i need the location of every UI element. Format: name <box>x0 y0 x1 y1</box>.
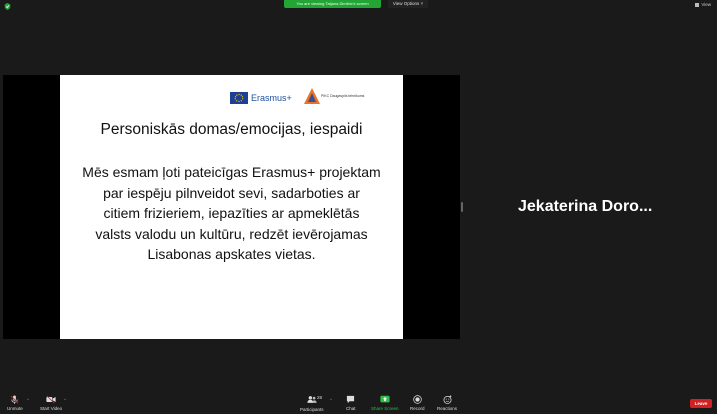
record-button[interactable]: Record <box>410 395 425 411</box>
participants-button[interactable]: 28 Participants <box>300 395 324 412</box>
reactions-button[interactable]: Reactions <box>437 395 457 411</box>
chevron-down-icon: ˅ <box>420 1 424 6</box>
share-screen-icon <box>380 395 390 403</box>
chat-label: Chat <box>346 406 356 411</box>
caret-up-icon[interactable]: ^ <box>64 397 66 402</box>
slide-title: Personiskās domas/emocijas, iespaidi <box>100 121 363 138</box>
leave-button[interactable]: Leave <box>690 399 712 408</box>
participant-name: Jekaterina Doro... <box>518 198 653 215</box>
slide-body-line: Lisabonas apskates vietas. <box>147 246 316 262</box>
caret-up-icon[interactable]: ^ <box>27 397 29 402</box>
record-icon <box>413 395 422 404</box>
participants-icon <box>307 396 317 403</box>
panel-resize-handle[interactable] <box>461 202 463 212</box>
video-off-icon <box>46 395 56 404</box>
slide-body-line: valsts valodu un kultūru, redzēt ievēroj… <box>95 225 368 242</box>
viewing-screen-banner: You are viewing Tatjana Dimitric's scree… <box>284 0 381 8</box>
meeting-toolbar: Unmute ^ Start Video ^ 28 Participants ^… <box>0 392 717 414</box>
participants-count: 28 <box>317 395 323 400</box>
view-options-label: View Options <box>392 1 420 6</box>
participants-label: Participants <box>300 407 324 412</box>
record-label: Record <box>410 406 425 411</box>
caret-up-icon[interactable]: ^ <box>330 397 332 402</box>
pikc-logo: PIKC Daugavpils tehnikums <box>304 88 384 106</box>
unmute-button[interactable]: Unmute <box>7 395 23 411</box>
view-options-button[interactable]: View Options ˅ <box>388 0 428 8</box>
microphone-muted-icon <box>10 395 19 404</box>
presentation-slide: Erasmus+ PIKC Daugavpils tehnikums Perso… <box>60 75 403 339</box>
slide-body: Mēs esmam ļoti pateicīgas Erasmus+ proje… <box>60 162 403 265</box>
eu-flag-icon <box>230 92 248 104</box>
view-label: View <box>701 2 711 7</box>
shared-screen: Erasmus+ PIKC Daugavpils tehnikums Perso… <box>3 75 460 339</box>
erasmus-label: Erasmus+ <box>251 93 292 103</box>
slide-body-line: par iespēju pilnveidot sevi, sadarboties… <box>103 184 360 201</box>
slide-body-line: citiem frizieriem, iepazīties ar apmeklē… <box>103 205 360 221</box>
top-bar: You are viewing Tatjana Dimitric's scree… <box>0 0 717 12</box>
start-video-button[interactable]: Start Video <box>40 395 62 411</box>
share-screen-button[interactable]: Share Screen <box>371 395 399 411</box>
start-video-label: Start Video <box>40 406 63 411</box>
reactions-label: Reactions <box>437 406 458 411</box>
grid-view-icon <box>695 2 700 7</box>
shield-icon[interactable] <box>4 3 11 10</box>
unmute-label: Unmute <box>7 406 23 411</box>
share-screen-label: Share Screen <box>371 406 399 411</box>
slide-body-line: Mēs esmam ļoti pateicīgas Erasmus+ proje… <box>82 164 381 180</box>
chat-button[interactable]: Chat <box>346 395 356 411</box>
pikc-triangle-icon <box>304 88 320 104</box>
chat-icon <box>347 395 355 404</box>
reactions-icon <box>443 395 451 404</box>
pikc-label: PIKC Daugavpils tehnikums <box>321 94 365 98</box>
view-button[interactable]: View <box>695 2 711 7</box>
